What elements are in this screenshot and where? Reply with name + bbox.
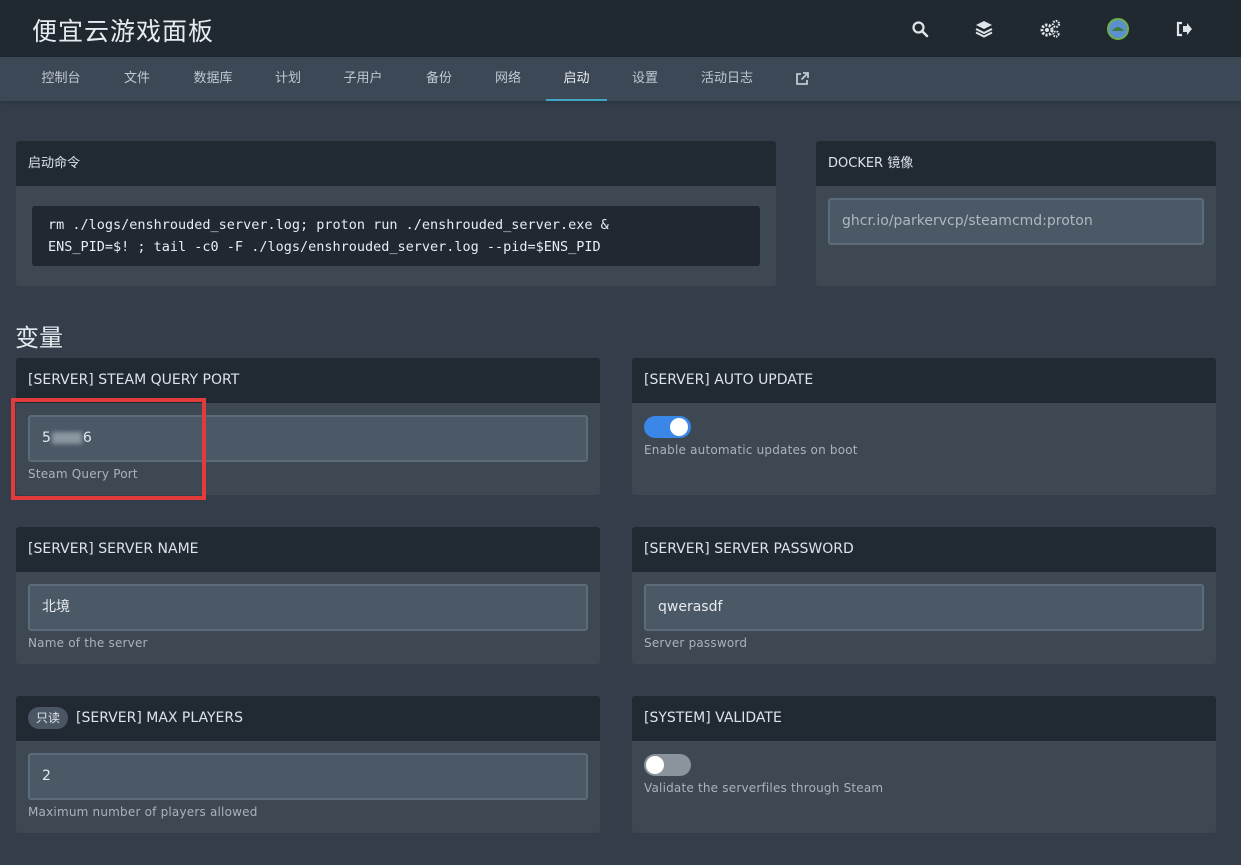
variables-heading: 变量 <box>15 324 63 352</box>
top-bar: 便宜云游戏面板 <box>0 0 1241 57</box>
app-title[interactable]: 便宜云游戏面板 <box>32 12 214 48</box>
variable-server-password: [SERVER] SERVER PASSWORD qwerasdf Server… <box>632 527 1216 664</box>
variable-title: [SERVER] SERVER PASSWORD <box>644 541 854 557</box>
variable-server-name: [SERVER] SERVER NAME 北境 Name of the serv… <box>16 527 600 664</box>
startup-command-panel: 启动命令 rm ./logs/enshrouded_server.log; pr… <box>16 141 776 286</box>
tab-schedules[interactable]: 计划 <box>260 57 316 101</box>
tab-settings[interactable]: 设置 <box>617 57 673 101</box>
avatar[interactable] <box>1105 16 1131 42</box>
tab-files[interactable]: 文件 <box>108 57 166 101</box>
variable-title: [SERVER] MAX PLAYERS <box>76 710 243 726</box>
server-password-hint: Server password <box>644 636 748 650</box>
variable-query-port: [SERVER] STEAM QUERY PORT 56 Steam Query… <box>16 358 600 495</box>
panel-header: [SERVER] AUTO UPDATE <box>632 358 1216 403</box>
query-port-value-end: 6 <box>82 430 92 446</box>
panel-header: [SERVER] STEAM QUERY PORT <box>16 358 600 403</box>
variable-validate: [SYSTEM] VALIDATE Validate the serverfil… <box>632 696 1216 833</box>
panel-header: [SERVER] SERVER NAME <box>16 527 600 572</box>
redacted-digits <box>51 432 82 444</box>
startup-command-title: 启动命令 <box>28 156 81 171</box>
docker-image-panel: DOCKER 镜像 ghcr.io/parkervcp/steamcmd:pro… <box>816 141 1216 286</box>
panel-header: 只读 [SERVER] MAX PLAYERS <box>16 696 600 741</box>
cogs-icon[interactable] <box>1037 16 1063 42</box>
server-tabs: 控制台 文件 数据库 计划 子用户 备份 网络 启动 设置 活动日志 <box>0 57 1241 101</box>
variable-max-players: 只读 [SERVER] MAX PLAYERS 2 Maximum number … <box>16 696 600 833</box>
docker-image-title: DOCKER 镜像 <box>828 156 914 171</box>
layers-icon[interactable] <box>971 16 997 42</box>
validate-toggle[interactable] <box>644 754 691 776</box>
tab-activity[interactable]: 活动日志 <box>685 57 769 101</box>
variable-title: [SERVER] AUTO UPDATE <box>644 372 814 388</box>
external-link-icon[interactable] <box>782 57 822 101</box>
server-name-input[interactable]: 北境 <box>28 584 588 631</box>
server-name-hint: Name of the server <box>28 636 148 650</box>
toggle-knob <box>646 756 664 774</box>
startup-command-line-2: ENS_PID=$! ; tail -c0 -F ./logs/enshroud… <box>48 239 601 255</box>
variable-auto-update: [SERVER] AUTO UPDATE Enable automatic up… <box>632 358 1216 495</box>
variable-title-wrap: 只读 [SERVER] MAX PLAYERS <box>28 696 243 741</box>
tab-startup[interactable]: 启动 <box>546 57 607 101</box>
variable-title: [SYSTEM] VALIDATE <box>644 710 782 726</box>
auto-update-hint: Enable automatic updates on boot <box>644 443 858 457</box>
query-port-hint: Steam Query Port <box>28 467 138 481</box>
startup-command-line-1: rm ./logs/enshrouded_server.log; proton … <box>48 217 609 233</box>
max-players-input[interactable]: 2 <box>28 753 588 800</box>
panel-header: [SERVER] SERVER PASSWORD <box>632 527 1216 572</box>
docker-image-select[interactable]: ghcr.io/parkervcp/steamcmd:proton <box>828 198 1204 245</box>
tab-databases[interactable]: 数据库 <box>178 57 248 101</box>
read-only-badge: 只读 <box>28 707 69 729</box>
search-icon[interactable] <box>907 16 933 42</box>
tab-users[interactable]: 子用户 <box>328 57 398 101</box>
tab-console[interactable]: 控制台 <box>26 57 96 101</box>
variable-title: [SERVER] SERVER NAME <box>28 541 199 557</box>
query-port-input[interactable]: 56 <box>28 415 588 462</box>
variable-title: [SERVER] STEAM QUERY PORT <box>28 372 240 388</box>
server-password-input[interactable]: qwerasdf <box>644 584 1204 631</box>
max-players-hint: Maximum number of players allowed <box>28 805 258 819</box>
startup-command-box: rm ./logs/enshrouded_server.log; proton … <box>32 206 760 266</box>
panel-header: [SYSTEM] VALIDATE <box>632 696 1216 741</box>
auto-update-toggle[interactable] <box>644 416 691 438</box>
tab-network[interactable]: 网络 <box>480 57 536 101</box>
panel-header: 启动命令 <box>16 141 776 186</box>
sign-out-icon[interactable] <box>1171 16 1197 42</box>
panel-header: DOCKER 镜像 <box>816 141 1216 186</box>
toggle-knob <box>670 418 688 436</box>
tab-backups[interactable]: 备份 <box>410 57 468 101</box>
query-port-value-start: 5 <box>42 430 51 446</box>
validate-hint: Validate the serverfiles through Steam <box>644 781 884 795</box>
